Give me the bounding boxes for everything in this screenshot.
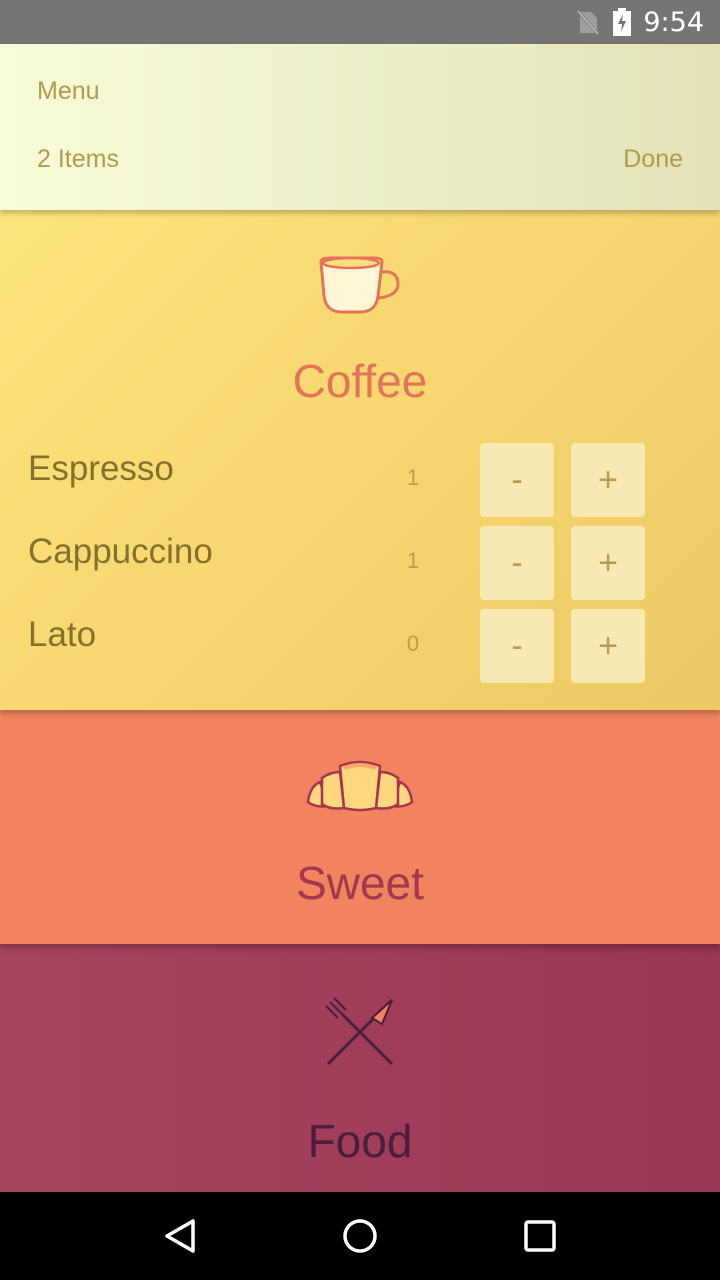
item-name: Cappuccino (28, 532, 213, 571)
increase-button[interactable]: + (571, 526, 645, 600)
increase-button[interactable]: + (571, 609, 645, 683)
recents-square-icon (524, 1220, 556, 1252)
menu-title: Menu (37, 77, 100, 105)
decrease-button[interactable]: - (480, 526, 554, 600)
food-section[interactable]: Food (0, 944, 720, 1192)
food-title: Food (307, 1115, 413, 1167)
coffee-section[interactable]: Coffee Espresso 1 - + Cappuccino 1 - + L… (0, 210, 720, 710)
home-button[interactable] (330, 1206, 390, 1266)
sweet-title: Sweet (296, 857, 424, 909)
clock: 9:54 (643, 6, 704, 38)
back-button[interactable] (150, 1206, 210, 1266)
increase-button[interactable]: + (571, 443, 645, 517)
item-name: Lato (28, 615, 97, 654)
sweet-section[interactable]: Sweet (0, 710, 720, 944)
item-name: Espresso (28, 449, 174, 488)
decrease-button[interactable]: - (480, 609, 554, 683)
done-button[interactable]: Done (623, 145, 683, 174)
navigation-bar (0, 1192, 720, 1280)
item-quantity: 0 (406, 631, 420, 656)
coffee-cup-icon (319, 256, 400, 314)
no-sim-icon (577, 10, 600, 35)
item-quantity: 1 (406, 465, 420, 490)
menu-item-lato: Lato 0 - + (0, 609, 720, 685)
status-bar: 9:54 (0, 0, 720, 44)
decrease-button[interactable]: - (480, 443, 554, 517)
coffee-title: Coffee (292, 355, 428, 407)
battery-charging-icon (613, 8, 632, 36)
fork-knife-icon (325, 997, 394, 1066)
app-header: Menu 2 Items Done (0, 44, 720, 210)
home-circle-icon (343, 1219, 377, 1253)
back-triangle-icon (165, 1219, 195, 1253)
recents-button[interactable] (510, 1206, 570, 1266)
croissant-icon (306, 760, 414, 812)
menu-item-cappuccino: Cappuccino 1 - + (0, 526, 720, 602)
item-count-label: 2 Items (37, 145, 119, 173)
item-quantity: 1 (406, 548, 420, 573)
menu-item-espresso: Espresso 1 - + (0, 443, 720, 519)
